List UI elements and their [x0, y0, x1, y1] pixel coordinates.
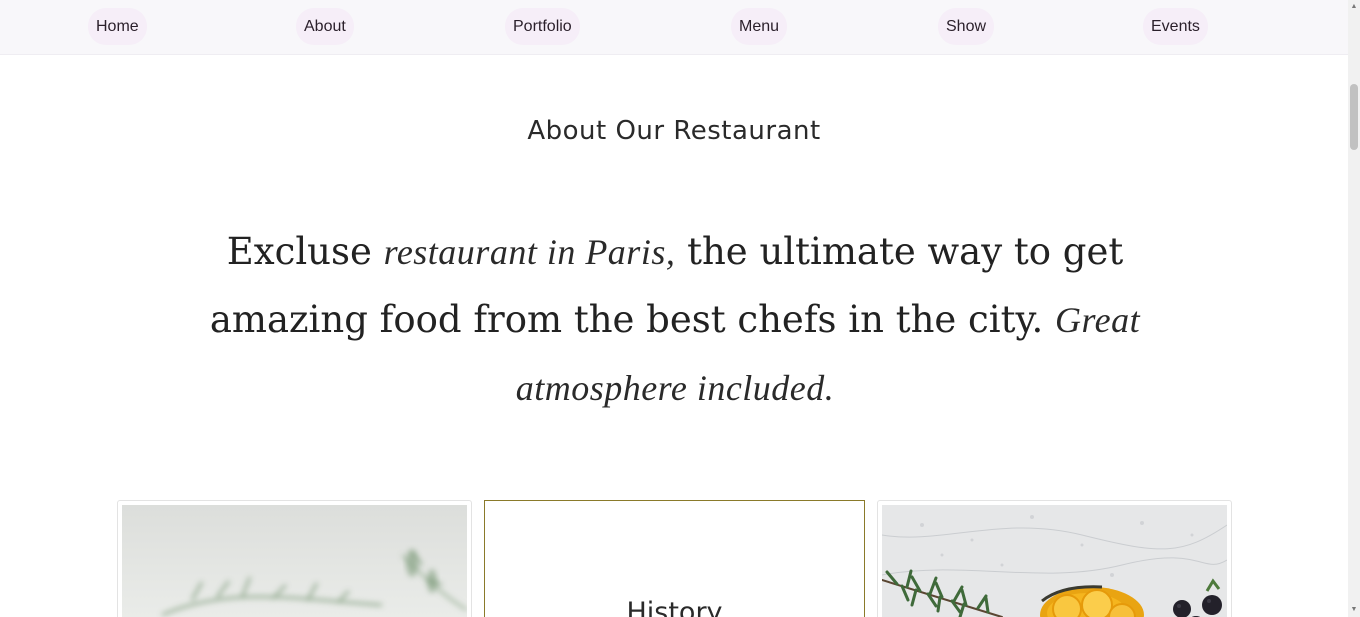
scroll-up-arrow-icon[interactable]: ▲ — [1350, 3, 1358, 11]
about-photo-card-right — [877, 500, 1232, 617]
page-scrollbar[interactable]: ▲ ▼ — [1348, 0, 1360, 617]
about-intro-text: Excluse restaurant in Paris, the ultimat… — [160, 218, 1190, 422]
intro-script-part-1: restaurant in Paris, — [383, 232, 676, 272]
top-navbar: Home About Portfolio Menu Show Events — [0, 0, 1348, 55]
nav-item-about[interactable]: About — [296, 8, 354, 45]
nav-item-menu[interactable]: Menu — [731, 8, 788, 45]
nav-item-portfolio[interactable]: Portfolio — [505, 8, 580, 45]
scrollbar-thumb[interactable] — [1350, 84, 1358, 150]
history-card[interactable]: History — [484, 500, 865, 617]
scroll-down-arrow-icon[interactable]: ▼ — [1350, 606, 1358, 614]
about-photo-card-left — [117, 500, 472, 617]
nav-item-events[interactable]: Events — [1143, 8, 1208, 45]
nav-item-show[interactable]: Show — [938, 8, 995, 45]
history-card-title: History — [626, 597, 723, 617]
about-section-title: About Our Restaurant — [527, 116, 821, 146]
intro-text-part-1: Excluse — [226, 230, 372, 273]
herb-photo — [122, 505, 467, 617]
nav-item-home[interactable]: Home — [88, 8, 147, 45]
citrus-rosemary-photo — [882, 505, 1227, 617]
